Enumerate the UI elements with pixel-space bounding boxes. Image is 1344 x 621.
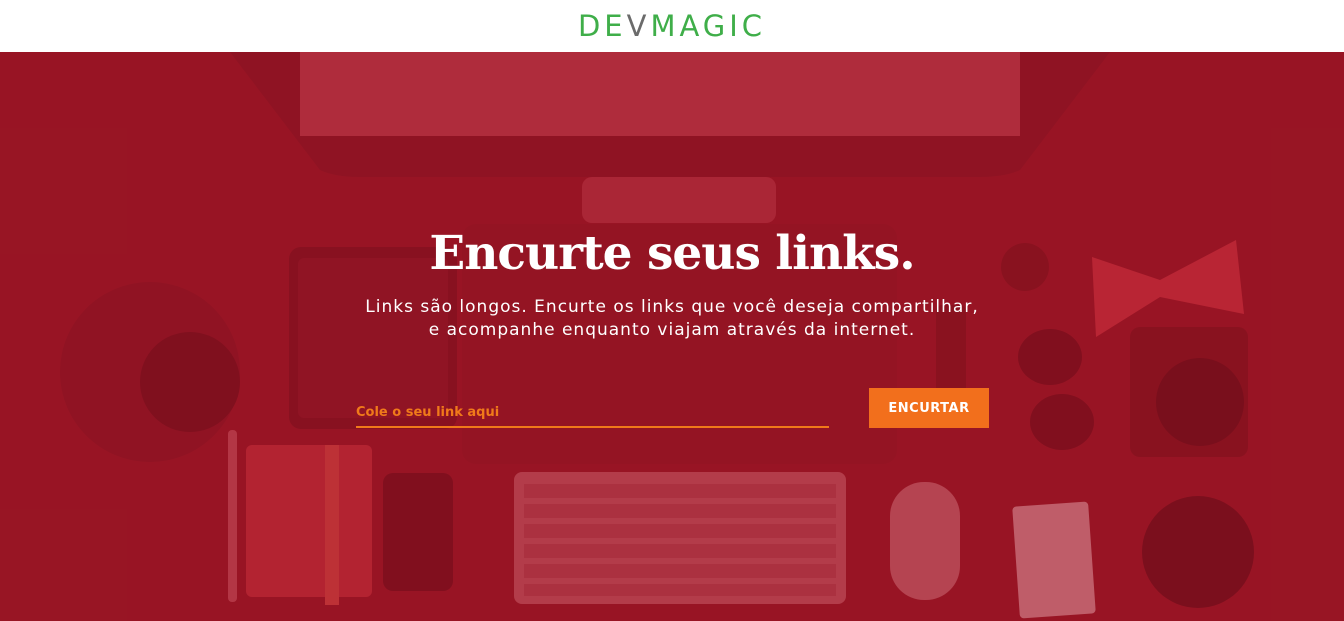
site-header: DE V MAGIC: [0, 0, 1344, 52]
hero-subtitle-line-2: e acompanhe enquanto viajam através da i…: [428, 320, 916, 340]
hero-subtitle-line-1: Links são longos. Encurte os links que v…: [365, 297, 979, 317]
hero-section: Encurte seus links. Links são longos. En…: [0, 52, 1344, 621]
shorten-button[interactable]: ENCURTAR: [869, 388, 989, 428]
hero-content: Encurte seus links. Links são longos. En…: [0, 52, 1344, 621]
logo-text-de: DE: [577, 8, 627, 43]
logo-text-v: V: [626, 8, 651, 43]
hero-subtitle: Links são longos. Encurte os links que v…: [0, 296, 1344, 342]
logo-text-magic: MAGIC: [650, 8, 767, 43]
devmagic-logo[interactable]: DE V MAGIC: [577, 8, 767, 43]
link-input[interactable]: [356, 398, 829, 428]
hero-title: Encurte seus links.: [429, 226, 915, 281]
